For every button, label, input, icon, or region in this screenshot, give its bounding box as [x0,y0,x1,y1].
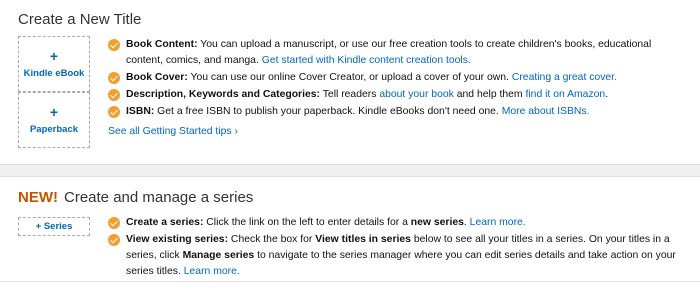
create-title-panel: Create a New Title + Kindle eBook + Pape… [0,0,700,165]
tip-label: Book Content: [126,39,198,50]
create-paperback-button[interactable]: + Paperback [18,92,90,148]
create-title-heading: Create a New Title [18,11,142,28]
check-icon [108,72,120,84]
tip-body: Click the link on the left to enter deta… [203,217,411,228]
great-cover-link[interactable]: Creating a great cover. [512,72,617,83]
tip-label: ISBN: [126,106,155,117]
create-kindle-ebook-button[interactable]: + Kindle eBook [18,36,90,92]
series-panel: NEW! Create and manage a series + Series … [0,176,700,282]
learn-more-link[interactable]: Learn more. [184,266,240,277]
getting-started-tips: Book Content: You can upload a manuscrip… [108,37,684,140]
new-badge: NEW! [18,189,58,206]
tip-book-content: Book Content: You can upload a manuscrip… [108,37,684,69]
tip-body: You can use our online Cover Creator, or… [187,72,512,83]
tip-bold: Manage series [182,250,255,261]
kindle-ebook-label: Kindle eBook [23,68,85,79]
about-your-book-link[interactable]: about your book [379,89,454,100]
tip-text: ISBN: Get a free ISBN to publish your pa… [126,104,590,120]
tip-body: and help them [453,89,526,100]
tip-label: Description, Keywords and Categories: [126,89,321,100]
plus-icon: + [49,48,59,64]
tip-text: Create a series: Click the link on the l… [126,215,526,231]
tip-bold: View titles in series [315,234,411,245]
tip-body: . [605,89,609,100]
add-series-button[interactable]: + Series [18,217,90,236]
series-heading-text: Create and manage a series [64,189,254,206]
tip-body: Tell readers [320,89,380,100]
tip-body: Check the box for [228,234,316,245]
learn-more-link[interactable]: Learn more. [470,217,526,228]
tip-keywords: Description, Keywords and Categories: Te… [108,87,684,103]
check-icon [108,234,120,246]
paperback-label: Paperback [29,124,79,135]
tip-body: Get a free ISBN to publish your paperbac… [154,106,502,117]
check-icon [108,106,120,118]
tip-bold: new series [410,217,464,228]
plus-icon: + [49,104,59,120]
tip-book-cover: Book Cover: You can use our online Cover… [108,70,684,86]
tip-label: Create a series: [126,217,204,228]
find-on-amazon-link[interactable]: find it on Amazon [525,89,605,100]
tip-isbn: ISBN: Get a free ISBN to publish your pa… [108,104,684,120]
series-heading: NEW! Create and manage a series [18,189,253,206]
check-icon [108,89,120,101]
tip-text: Book Cover: You can use our online Cover… [126,70,617,86]
check-icon [108,39,120,51]
tip-text: View existing series: Check the box for … [126,232,684,280]
tip-create-series: Create a series: Click the link on the l… [108,215,684,231]
series-tips: Create a series: Click the link on the l… [108,215,684,281]
check-icon [108,217,120,229]
content-tools-link[interactable]: Get started with Kindle content creation… [262,55,471,66]
tip-label: Book Cover: [126,72,188,83]
tip-label: View existing series: [126,234,229,245]
more-about-isbns-link[interactable]: More about ISBNs. [502,106,590,117]
tip-text: Description, Keywords and Categories: Te… [126,87,608,103]
tip-text: Book Content: You can upload a manuscrip… [126,37,684,69]
see-all-tips-link[interactable]: See all Getting Started tips › [108,124,238,140]
tip-existing-series: View existing series: Check the box for … [108,232,684,280]
